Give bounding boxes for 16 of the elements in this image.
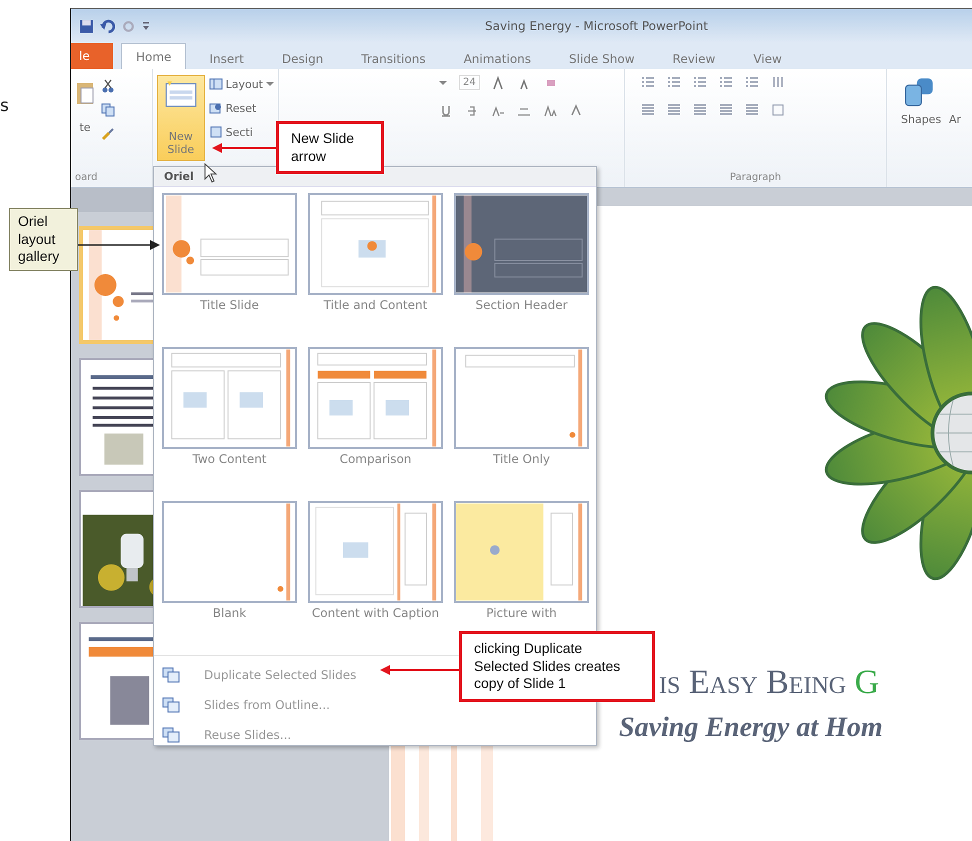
group-label: oard <box>75 172 98 183</box>
callout: clicking Duplicate Selected Slides creates copy of Slide 1 <box>459 631 655 702</box>
layout-label: Blank <box>212 606 246 620</box>
slide-title: is Easy Being G <box>659 664 880 702</box>
page-text: s <box>0 96 9 116</box>
layout-label: Two Content <box>192 452 267 466</box>
window-title: Saving Energy - Microsoft PowerPoint <box>485 19 708 33</box>
callout: Oriel layout gallery <box>9 208 78 270</box>
layout-label: Section Header <box>475 298 568 312</box>
layout-label: Title Slide <box>200 298 259 312</box>
layout-label: Picture with <box>486 606 557 620</box>
callout: New Slide arrow <box>276 121 384 174</box>
layout-label: Title Only <box>492 452 550 466</box>
slide-subtitle: Saving Energy at Hom <box>619 712 883 744</box>
gallery-header: Oriel <box>154 167 596 187</box>
group-label: Paragraph <box>728 172 782 183</box>
